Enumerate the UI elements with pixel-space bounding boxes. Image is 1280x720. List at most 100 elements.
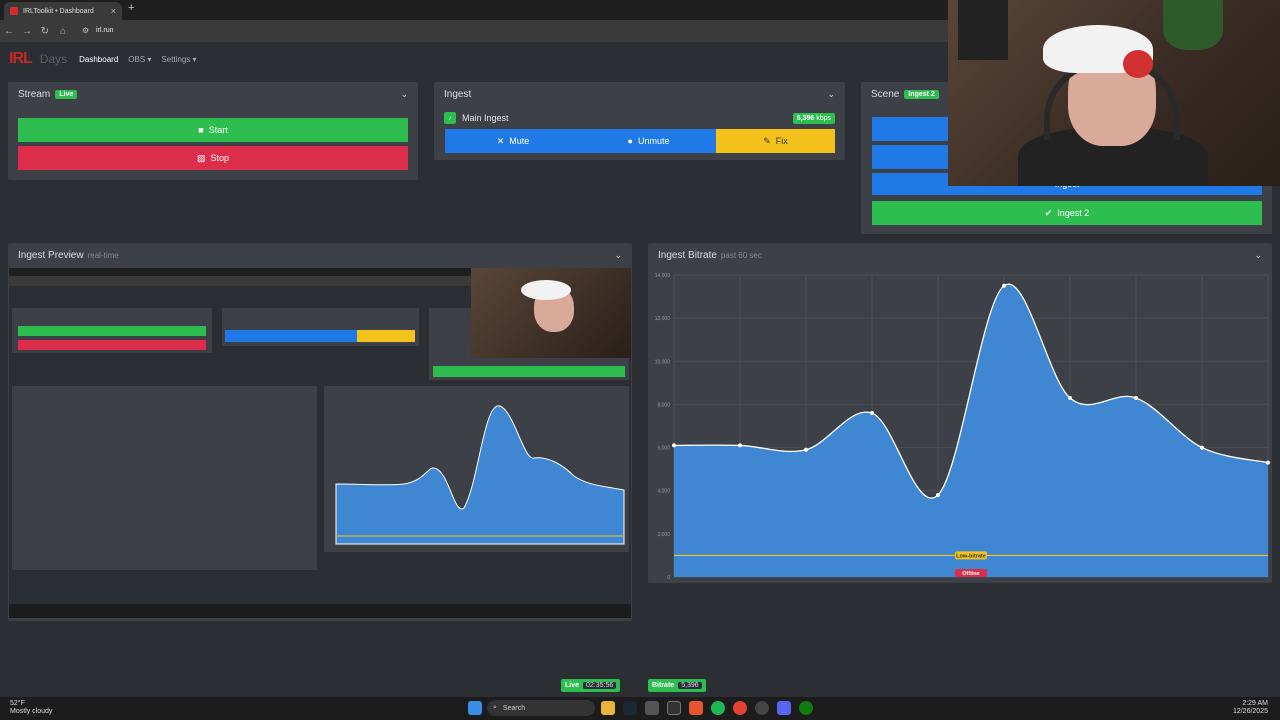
data-point — [738, 443, 742, 448]
start-button[interactable]: ■ Start — [18, 118, 408, 142]
clock-date: 12/26/2025 — [1232, 708, 1268, 715]
stream-panel: Stream Live ⌄ ■ Start ▨ Stop — [8, 82, 418, 180]
checkmark-icon: ✔ — [1044, 207, 1053, 218]
logo[interactable]: IRL — [9, 50, 33, 68]
preview-title: Ingest Preview — [18, 249, 84, 261]
data-point — [1002, 283, 1006, 288]
steam-icon[interactable] — [623, 701, 637, 715]
nav-obs[interactable]: OBS ▾ — [128, 55, 151, 64]
nav-dashboard[interactable]: Dashboard — [79, 55, 118, 64]
url-field[interactable]: irl.run — [96, 27, 114, 34]
preview-panel-header: Ingest Preview real-time ⌄ — [8, 243, 632, 267]
fix-label: Fix — [775, 136, 788, 146]
y-tick-label: 0 — [667, 575, 670, 581]
browser-tab[interactable]: IRLToolkit • Dashboard × — [4, 2, 122, 20]
nav-settings[interactable]: Settings ▾ — [161, 55, 196, 64]
logo-sub: Days — [39, 52, 68, 66]
christmas-tree — [1163, 0, 1223, 50]
weather-desc: Mostly cloudy — [10, 708, 53, 715]
kbps-value: 5,396 — [796, 115, 815, 122]
bitrate-subtitle: past 60 sec — [720, 250, 762, 260]
spotify-icon[interactable] — [711, 701, 725, 715]
bitrate-title: Ingest Bitrate — [658, 249, 717, 261]
preview-subtitle: real-time — [87, 250, 119, 260]
camera-off-icon: ▨ — [196, 152, 206, 163]
santa-hat-red — [1123, 50, 1153, 78]
screen: IRLToolkit • Dashboard × + ← → ↻ ⌂ ⚙ irl… — [0, 0, 1280, 720]
ingest-name: Main Ingest — [462, 113, 509, 123]
forward-icon[interactable]: → — [18, 26, 36, 37]
bitrate-label: Bitrate — [652, 682, 675, 689]
y-tick-label: 14,000 — [655, 273, 671, 279]
stop-button[interactable]: ▨ Stop — [18, 146, 408, 170]
unmute-label: Unmute — [637, 136, 670, 146]
ingest-panel: Ingest ⌄ ♪ Main Ingest 5,396 kbps ✕ Mute… — [434, 82, 845, 160]
stream-status-badge: Live — [55, 89, 78, 99]
wall-shirt — [958, 0, 1008, 60]
ingest-panel-header: Ingest ⌄ — [434, 82, 845, 106]
search-icon: ⌕ — [493, 704, 497, 711]
taskbar-search[interactable]: ⌕ Search — [487, 700, 595, 716]
stream-panel-header: Stream Live ⌄ — [8, 82, 418, 106]
taskbar-clock[interactable]: 2:29 AM 12/26/2025 — [1233, 700, 1268, 716]
y-tick-label: 4,000 — [657, 489, 670, 495]
microphone-icon: ♪ — [444, 112, 456, 124]
live-label: Live — [565, 682, 580, 689]
bitrate-chart: 0 2,000 4,000 6,000 8,000 10,000 12,000 14,000 L… — [655, 273, 1270, 581]
chevron-down-icon[interactable]: ⌄ — [614, 250, 622, 261]
search-label: Search — [502, 704, 526, 712]
clock-time: 2:29 AM — [1242, 700, 1268, 707]
data-point — [1134, 395, 1138, 400]
chrome-icon[interactable] — [733, 701, 747, 715]
obs-icon[interactable] — [755, 701, 769, 715]
tab-title: IRLToolkit • Dashboard — [23, 7, 94, 15]
reload-icon[interactable]: ↻ — [36, 26, 54, 37]
bitrate-footer-badge: Bitrate 5,396 — [648, 679, 706, 692]
data-point — [672, 443, 676, 448]
preview-video — [9, 268, 631, 618]
taskbar: 52°F Mostly cloudy ⌕ Search 2:29 AM 12/2… — [0, 697, 1280, 720]
home-icon[interactable]: ⌂ — [54, 26, 72, 37]
ingest-title: Ingest — [444, 88, 472, 100]
data-point — [1266, 460, 1270, 465]
weather-widget[interactable]: 52°F Mostly cloudy — [10, 700, 52, 716]
live-footer-badge: Live 02:35:56 — [561, 679, 621, 692]
mute-button[interactable]: ✕ Mute — [445, 129, 581, 153]
chevron-down-icon[interactable]: ⌄ — [1254, 250, 1262, 261]
site-info-icon[interactable]: ⚙ — [82, 26, 89, 35]
kbps-badge: 5,396 kbps — [792, 113, 835, 124]
start-label: Start — [208, 125, 228, 135]
back-icon[interactable]: ← — [0, 26, 18, 37]
scene-button-ingest-2[interactable]: ✔ Ingest 2 — [872, 201, 1262, 225]
app-icon[interactable] — [645, 701, 659, 715]
data-point — [1068, 395, 1072, 400]
webcam-overlay — [948, 0, 1280, 186]
file-explorer-icon[interactable] — [601, 701, 615, 715]
y-tick-label: 8,000 — [657, 402, 670, 408]
scene-active-label: Ingest 2 — [1057, 208, 1090, 218]
y-tick-label: 2,000 — [657, 532, 670, 538]
settings-icon[interactable] — [667, 701, 681, 715]
chevron-down-icon[interactable]: ⌄ — [400, 89, 408, 100]
favicon-icon — [10, 7, 18, 15]
stop-label: Stop — [210, 153, 230, 163]
data-point — [1200, 445, 1204, 450]
brave-icon[interactable] — [689, 701, 703, 715]
mic-icon: ● — [627, 136, 633, 146]
new-tab-button[interactable]: + — [128, 2, 134, 14]
unmute-button[interactable]: ● Unmute — [581, 129, 716, 153]
y-tick-label: 6,000 — [657, 446, 670, 452]
chevron-down-icon[interactable]: ⌄ — [827, 89, 835, 100]
start-menu-icon[interactable] — [468, 701, 482, 715]
xbox-icon[interactable] — [799, 701, 813, 715]
camera-icon: ■ — [198, 125, 204, 135]
wrench-icon: ✎ — [763, 135, 771, 146]
discord-icon[interactable] — [777, 701, 791, 715]
close-tab-icon[interactable]: × — [111, 6, 116, 16]
annotation-label: Low-bitrate — [956, 553, 986, 559]
live-time: 02:35:56 — [583, 682, 617, 689]
fix-button[interactable]: ✎ Fix — [716, 129, 835, 153]
scene-status-badge: Ingest 2 — [904, 89, 939, 99]
bitrate-value: 5,396 — [678, 682, 702, 689]
data-point — [804, 447, 808, 452]
